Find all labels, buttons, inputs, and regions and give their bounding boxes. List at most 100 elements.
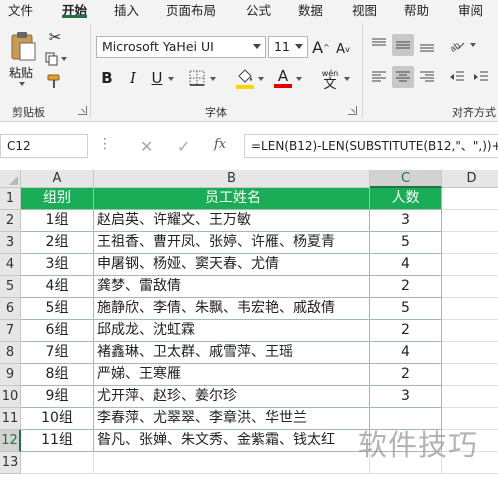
header-cell[interactable]: 员工姓名	[94, 188, 370, 210]
row-header-1[interactable]: 1	[0, 188, 21, 210]
copy-icon[interactable]	[44, 50, 68, 68]
row-header-4[interactable]: 4	[0, 254, 21, 276]
align-middle-icon[interactable]	[392, 34, 414, 56]
cancel-icon[interactable]: ✕	[140, 137, 153, 156]
name-box[interactable]: C12	[0, 134, 88, 158]
cell-employee-names[interactable]: 昝凡、张婵、朱文秀、金紫霜、钱太红	[94, 430, 370, 452]
enter-icon[interactable]: ✓	[177, 137, 190, 156]
tab-page-layout[interactable]: 页面布局	[166, 0, 216, 19]
cell-group[interactable]: 10组	[21, 408, 94, 430]
cell-group[interactable]: 6组	[21, 320, 94, 342]
tab-review[interactable]: 审阅	[458, 0, 483, 19]
cell-count[interactable]: 5	[370, 232, 442, 254]
cell-d[interactable]	[442, 298, 498, 320]
cell-group[interactable]: 8组	[21, 364, 94, 386]
cell-count[interactable]: 2	[370, 364, 442, 386]
borders-icon[interactable]	[186, 68, 208, 88]
tab-file[interactable]: 文件	[8, 0, 33, 19]
insert-function-button[interactable]: fx	[214, 137, 226, 152]
paste-dropdown-icon[interactable]	[19, 82, 25, 86]
cell-employee-names[interactable]: 施静欣、李倩、朱飘、韦宏艳、戚敌倩	[94, 298, 370, 320]
cut-icon[interactable]: ✂	[46, 28, 64, 46]
font-launcher-icon[interactable]	[348, 106, 357, 115]
cell-group[interactable]: 1组	[21, 210, 94, 232]
cell-group[interactable]	[21, 452, 94, 474]
header-cell[interactable]: 人数	[370, 188, 442, 210]
cell-d[interactable]	[442, 364, 498, 386]
column-header-d[interactable]: D	[442, 170, 498, 188]
orientation-dropdown-icon[interactable]	[470, 43, 476, 47]
underline-dropdown-icon[interactable]	[168, 77, 174, 81]
borders-dropdown-icon[interactable]	[210, 77, 216, 81]
column-header-c[interactable]: C	[370, 170, 442, 188]
cell-count[interactable]: 2	[370, 320, 442, 342]
fill-color-dropdown-icon[interactable]	[258, 77, 264, 81]
shrink-font-icon[interactable]: Av	[334, 38, 352, 60]
align-center-icon[interactable]	[392, 66, 414, 88]
cell-count[interactable]: 3	[370, 386, 442, 408]
align-bottom-icon[interactable]	[416, 34, 438, 56]
row-header-3[interactable]: 3	[0, 232, 21, 254]
font-size-select[interactable]: 11	[268, 36, 308, 58]
cell-count[interactable]: 2	[370, 276, 442, 298]
grow-font-icon[interactable]: A ^	[312, 36, 330, 58]
cell-d[interactable]	[442, 342, 498, 364]
cell-employee-names[interactable]: 李春萍、尤翠翠、李章洪、华世兰	[94, 408, 370, 430]
cell-d[interactable]	[442, 276, 498, 298]
clipboard-launcher-icon[interactable]	[78, 106, 87, 115]
cell-d[interactable]	[442, 188, 498, 210]
cell-employee-names[interactable]: 邱成龙、沈虹霖	[94, 320, 370, 342]
fill-color-icon[interactable]	[234, 66, 256, 90]
tab-insert[interactable]: 插入	[114, 0, 139, 19]
cell-count[interactable]: 4	[370, 254, 442, 276]
cell-group[interactable]: 11组	[21, 430, 94, 452]
cell-d[interactable]	[442, 320, 498, 342]
row-header-12[interactable]: 12	[0, 430, 21, 452]
cell-employee-names[interactable]	[94, 452, 370, 474]
row-header-6[interactable]: 6	[0, 298, 21, 320]
formula-input[interactable]: =LEN(B12)-LEN(SUBSTITUTE(B12,"、",))+	[244, 134, 498, 158]
align-right-icon[interactable]	[416, 66, 438, 88]
cell-group[interactable]: 3组	[21, 254, 94, 276]
cell-group[interactable]: 2组	[21, 232, 94, 254]
select-all-button[interactable]	[0, 170, 21, 188]
font-name-select[interactable]: Microsoft YaHei UI	[96, 36, 266, 58]
row-header-5[interactable]: 5	[0, 276, 21, 298]
cell-count[interactable]: 4	[370, 342, 442, 364]
row-header-10[interactable]: 10	[0, 386, 21, 408]
paste-button[interactable]: 粘贴	[6, 30, 40, 92]
underline-button[interactable]: U	[148, 68, 166, 88]
cell-employee-names[interactable]: 尤开萍、赵珍、姜尔珍	[94, 386, 370, 408]
increase-indent-icon[interactable]	[470, 66, 492, 88]
cell-d[interactable]	[442, 254, 498, 276]
tab-view[interactable]: 视图	[352, 0, 377, 19]
column-header-a[interactable]: A	[21, 170, 94, 188]
bold-button[interactable]: B	[98, 68, 116, 88]
more-options-icon[interactable]: ⋮	[98, 136, 114, 152]
cell-d[interactable]	[442, 210, 498, 232]
align-top-icon[interactable]	[368, 34, 390, 56]
decrease-indent-icon[interactable]	[446, 66, 468, 88]
cell-count[interactable]: 3	[370, 210, 442, 232]
cell-employee-names[interactable]: 王祖香、曹开凤、张婷、许雁、杨夏青	[94, 232, 370, 254]
phonetic-dropdown-icon[interactable]	[344, 77, 350, 81]
header-cell[interactable]: 组别	[21, 188, 94, 210]
font-color-dropdown-icon[interactable]	[296, 77, 302, 81]
italic-button[interactable]: I	[124, 68, 142, 88]
cell-group[interactable]: 9组	[21, 386, 94, 408]
row-header-9[interactable]: 9	[0, 364, 21, 386]
row-header-8[interactable]: 8	[0, 342, 21, 364]
phonetic-guide-icon[interactable]: wén 文	[318, 66, 342, 92]
row-header-7[interactable]: 7	[0, 320, 21, 342]
cell-count[interactable]: 5	[370, 298, 442, 320]
row-header-13[interactable]: 13	[0, 452, 21, 474]
row-header-2[interactable]: 2	[0, 210, 21, 232]
cell-employee-names[interactable]: 申屠钢、杨娅、窦天春、尤倩	[94, 254, 370, 276]
orientation-icon[interactable]: ab	[446, 34, 468, 56]
format-painter-icon[interactable]	[46, 72, 64, 90]
cell-employee-names[interactable]: 褚鑫琳、卫太群、戚雪萍、王瑶	[94, 342, 370, 364]
tab-formulas[interactable]: 公式	[246, 0, 271, 19]
tab-help[interactable]: 帮助	[404, 0, 429, 19]
cell-d[interactable]	[442, 232, 498, 254]
row-header-11[interactable]: 11	[0, 408, 21, 430]
